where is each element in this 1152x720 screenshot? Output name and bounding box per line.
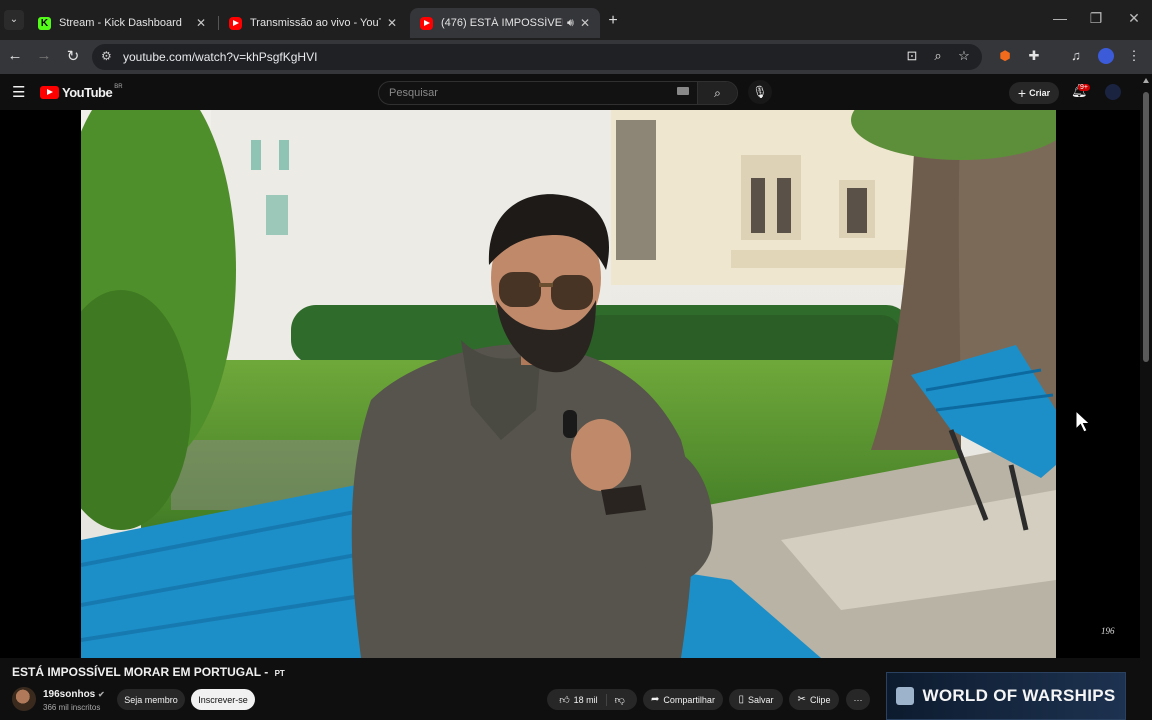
ad-banner[interactable]: WORLD OF WARSHIPS <box>886 672 1126 720</box>
youtube-logo[interactable]: YouTube BR <box>40 83 123 100</box>
video-title: ESTÁ IMPOSSÍVEL MORAR EM PORTUGAL - PT <box>12 665 285 679</box>
youtube-header: ☰ YouTube BR Pesquisar ⌕ 🎙︎ + Criar 🔔︎ 9… <box>0 74 1140 110</box>
create-button[interactable]: + Criar <box>1009 82 1059 104</box>
close-icon[interactable]: ✕ <box>387 16 397 30</box>
speaker-icon[interactable]: 🔊︎ <box>567 17 574 30</box>
share-icon: ➦ <box>651 694 660 705</box>
extension-icon[interactable]: ⬢ <box>996 48 1014 64</box>
page-scrollbar[interactable] <box>1140 74 1152 720</box>
extensions-puzzle-icon[interactable]: ✚ <box>1025 48 1043 64</box>
search-input[interactable]: Pesquisar <box>389 87 438 99</box>
like-count: 18 mil <box>573 694 598 705</box>
more-actions-button[interactable]: ··· <box>846 689 870 710</box>
tab-youtube-live[interactable]: Transmissão ao vivo - YouTube ✕ <box>219 8 407 38</box>
forward-icon[interactable]: → <box>34 47 54 64</box>
tab-kick-dashboard[interactable]: K Stream - Kick Dashboard ✕ <box>28 8 216 38</box>
youtube-logo-icon <box>40 86 59 99</box>
video-player[interactable]: 196 196 196 <box>0 110 1140 658</box>
bookmark-icon: ▯ <box>738 694 744 705</box>
channel-watermark: 196 <box>1101 626 1115 636</box>
subscribe-button[interactable]: Inscrever-se <box>191 689 255 710</box>
address-bar[interactable]: ⚙ youtube.com/watch?v=khPsgfKgHVI <box>92 44 982 70</box>
youtube-logo-text: YouTube <box>62 85 113 100</box>
new-tab-button[interactable]: + <box>604 12 622 30</box>
youtube-icon <box>229 16 242 30</box>
thumbs-up-icon: 👍︎ <box>559 694 570 706</box>
site-info-icon[interactable]: ⚙ <box>101 49 112 63</box>
plus-icon: + <box>1017 85 1027 101</box>
channel-avatar[interactable] <box>12 687 36 711</box>
tab-search-button[interactable]: ⌄ <box>4 10 24 30</box>
close-window-icon[interactable]: ✕ <box>1119 10 1149 27</box>
tab-title: Transmissão ao vivo - YouTube <box>250 17 381 29</box>
search-icon: ⌕ <box>714 85 721 100</box>
browser-tab-strip: ⌄ K Stream - Kick Dashboard ✕ Transmissã… <box>0 0 1152 40</box>
restore-icon[interactable]: ❐ <box>1081 10 1111 27</box>
zoom-icon[interactable]: ⌕ <box>929 48 947 64</box>
scissors-icon: ✂ <box>797 694 806 705</box>
create-label: Criar <box>1029 88 1051 98</box>
video-title-text: ESTÁ IMPOSSÍVEL MORAR EM PORTUGAL - <box>12 665 269 679</box>
menu-kebab-icon[interactable]: ⋮ <box>1125 48 1143 64</box>
reload-icon[interactable]: ↻ <box>63 47 83 65</box>
channel-name[interactable]: 196sonhos ✔ <box>43 689 105 700</box>
join-button[interactable]: Seja membro <box>117 689 185 710</box>
save-label: Salvar <box>748 694 774 705</box>
warship-logo-icon <box>896 687 915 705</box>
keyboard-icon[interactable] <box>677 87 689 95</box>
channel-name-text: 196sonhos <box>43 689 96 700</box>
tab-title: (476) ESTÁ IMPOSSÍVEL MO <box>441 17 563 29</box>
close-icon[interactable]: ✕ <box>196 16 206 30</box>
youtube-icon <box>420 16 433 30</box>
video-scene-image: 196 <box>81 110 1056 658</box>
browser-toolbar: ← → ↻ ⚙ youtube.com/watch?v=khPsgfKgHVI … <box>0 40 1152 74</box>
clip-label: Clipe <box>809 694 831 705</box>
join-label: Seja membro <box>124 694 178 705</box>
tab-title: Stream - Kick Dashboard <box>59 17 182 29</box>
hamburger-menu-icon[interactable]: ☰ <box>12 83 25 101</box>
video-frame[interactable]: 196 196 <box>81 110 1056 658</box>
language-tag: PT <box>274 669 285 678</box>
thumbs-down-icon[interactable]: 👎︎ <box>615 694 625 706</box>
like-dislike-group: 👍︎ 18 mil 👎︎ <box>547 689 637 710</box>
account-avatar[interactable] <box>1105 84 1121 100</box>
search-button[interactable]: ⌕ <box>697 82 737 104</box>
save-button[interactable]: ▯ Salvar <box>729 689 783 710</box>
bookmark-star-icon[interactable]: ☆ <box>955 48 973 64</box>
search-box: Pesquisar ⌕ <box>378 81 738 105</box>
close-icon[interactable]: ✕ <box>580 16 590 30</box>
scroll-up-icon[interactable] <box>1143 78 1149 83</box>
media-control-icon[interactable]: ♫ <box>1067 48 1085 63</box>
ad-text: WORLD OF WARSHIPS <box>922 686 1116 705</box>
clip-button[interactable]: ✂ Clipe <box>789 689 839 710</box>
verified-icon: ✔ <box>98 690 105 699</box>
install-app-icon[interactable]: ⊡ <box>903 48 921 64</box>
region-code: BR <box>114 83 123 90</box>
kick-icon: K <box>38 16 51 30</box>
url-text[interactable]: youtube.com/watch?v=khPsgfKgHVI <box>123 50 317 64</box>
voice-search-button[interactable]: 🎙︎ <box>748 80 772 104</box>
notification-badge: 9+ <box>1078 84 1090 91</box>
share-label: Compartilhar <box>663 694 715 705</box>
minimize-icon[interactable]: — <box>1045 10 1075 26</box>
mouse-cursor-icon <box>1075 410 1091 433</box>
like-button[interactable]: 👍︎ 18 mil <box>559 693 607 706</box>
more-icon: ··· <box>853 694 863 705</box>
tab-active-video[interactable]: (476) ESTÁ IMPOSSÍVEL MO 🔊︎ ✕ <box>410 8 600 38</box>
profile-avatar[interactable] <box>1098 48 1114 64</box>
share-button[interactable]: ➦ Compartilhar <box>643 689 723 710</box>
back-icon[interactable]: ← <box>5 47 25 64</box>
subscribe-label: Inscrever-se <box>198 694 248 705</box>
subscriber-count: 366 mil inscritos <box>43 703 101 712</box>
scrollbar-thumb[interactable] <box>1143 92 1149 362</box>
